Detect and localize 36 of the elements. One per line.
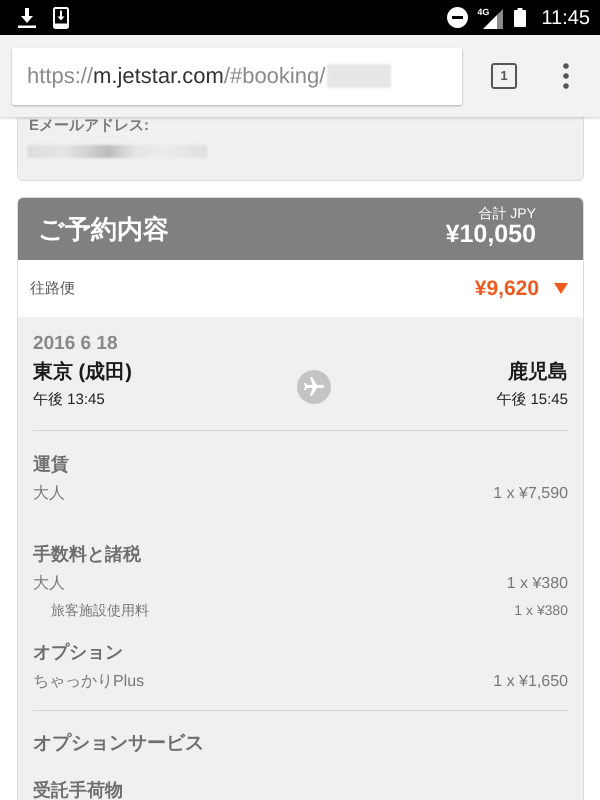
flight-price: ¥9,620 bbox=[474, 276, 539, 302]
menu-icon[interactable] bbox=[563, 63, 569, 89]
flight-date: 2016 6 18 bbox=[33, 333, 118, 355]
battery-icon bbox=[514, 8, 526, 27]
departure-time: 午後 13:45 bbox=[33, 390, 105, 410]
email-label: Eメールアドレス: bbox=[29, 118, 149, 134]
fare-section-title: 手数料と諸税 bbox=[33, 543, 141, 566]
total-amount: ¥10,050 bbox=[446, 221, 536, 248]
url-field[interactable]: https://m.jetstar.com/#booking/ bbox=[12, 48, 462, 104]
line-item-label: ちゃっかりPlus bbox=[33, 672, 144, 692]
line-item-label: 大人 bbox=[33, 484, 65, 504]
flight-label: 往路便 bbox=[30, 278, 75, 298]
option-services-title: オプションサービス bbox=[33, 732, 204, 756]
summary-title: ご予約内容 bbox=[38, 213, 169, 245]
line-item-amount: 1 x ¥7,590 bbox=[493, 484, 568, 504]
sub-item-label: 旅客施設使用料 bbox=[51, 601, 149, 620]
service-group-title: 受託手荷物 bbox=[33, 779, 123, 800]
phone-download-icon bbox=[53, 6, 69, 28]
blurred-url-segment bbox=[327, 64, 392, 88]
arrival-time: 午後 15:45 bbox=[496, 390, 568, 410]
airplane-icon bbox=[297, 370, 332, 404]
line-item-label: 大人 bbox=[33, 574, 65, 594]
network-type-label: 4G bbox=[477, 6, 490, 16]
fare-section-title: 運賃 bbox=[33, 453, 69, 476]
caret-down-icon[interactable] bbox=[554, 283, 568, 294]
download-icon bbox=[18, 8, 36, 28]
tab-switcher-button[interactable]: 1 bbox=[491, 63, 517, 89]
line-item-amount: 1 x ¥380 bbox=[506, 574, 568, 594]
fare-section-title: オプション bbox=[33, 641, 123, 664]
line-item-amount: 1 x ¥1,650 bbox=[493, 672, 568, 692]
sub-item-amount: 1 x ¥380 bbox=[514, 601, 568, 620]
origin-city: 東京 (成田) bbox=[33, 360, 132, 385]
destination-city: 鹿児島 bbox=[508, 360, 568, 385]
total-label: 合計 JPY bbox=[478, 206, 536, 221]
do-not-disturb-icon bbox=[447, 7, 468, 28]
status-time: 11:45 bbox=[541, 6, 590, 30]
